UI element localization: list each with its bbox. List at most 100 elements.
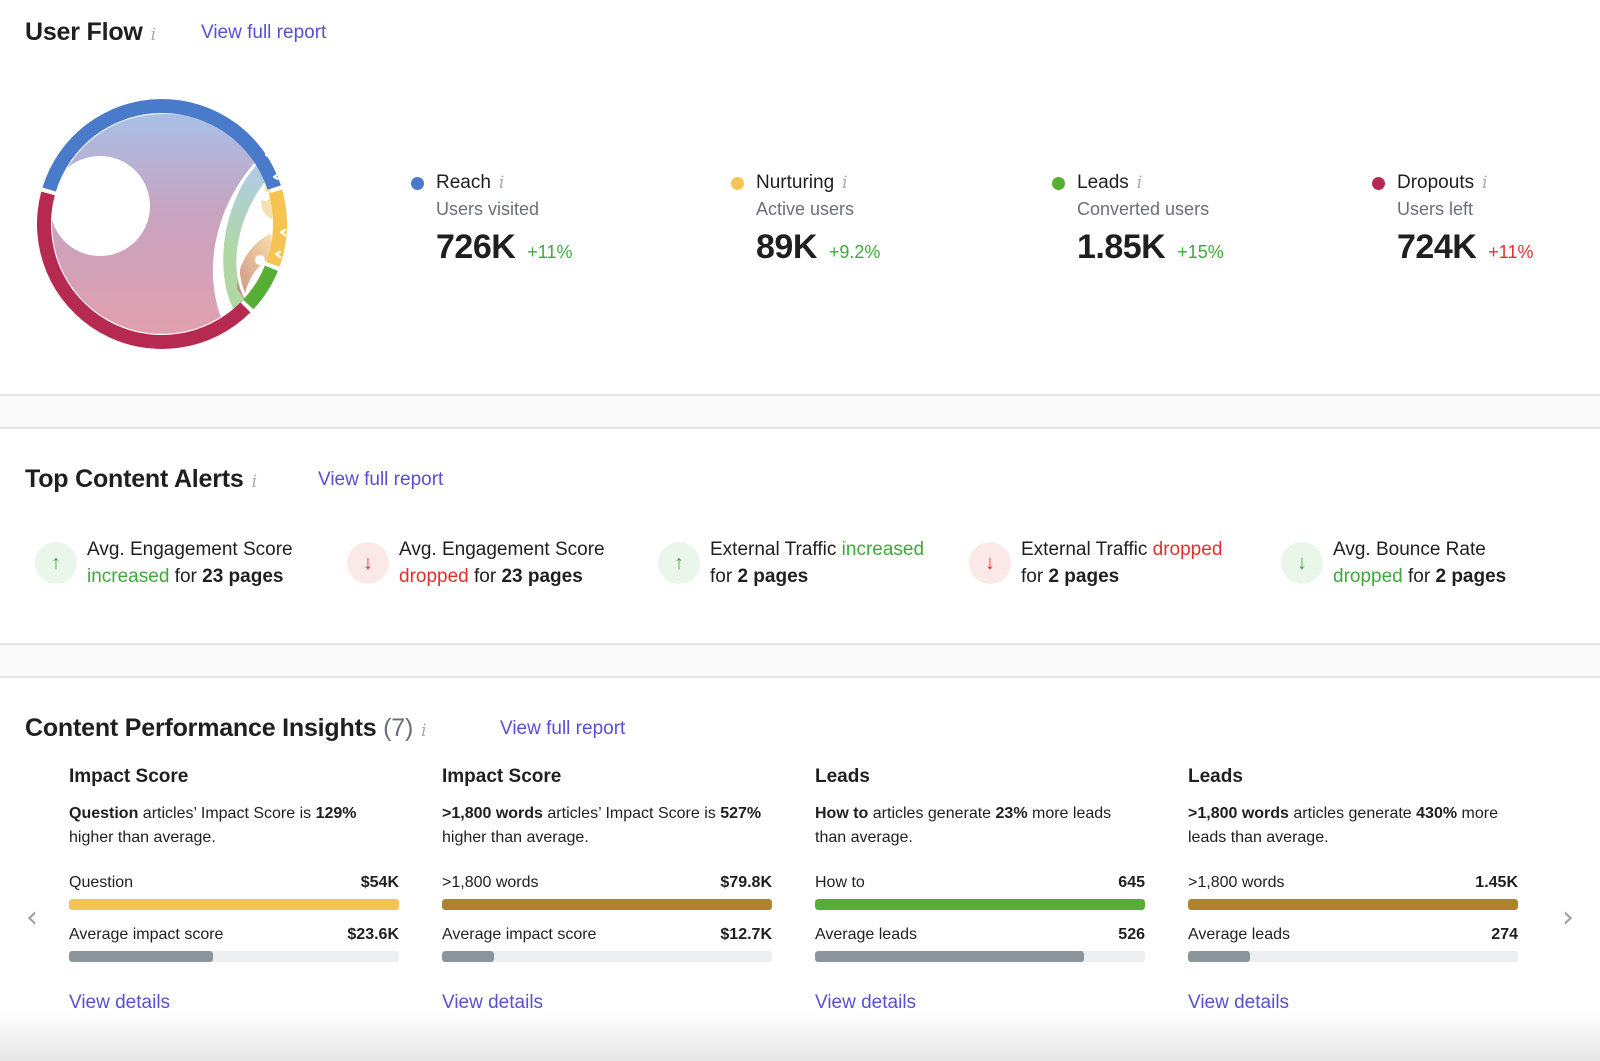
alert-count: 2 pages (1048, 566, 1120, 587)
row-value: 1.45K (1475, 874, 1518, 891)
card-title: Impact Score (69, 766, 189, 787)
alert-count: 2 pages (1435, 566, 1507, 587)
card-desc-subject: >1,800 words (442, 805, 543, 822)
metric-delta: +9.2% (828, 242, 881, 262)
alert-item[interactable]: ↓ Avg. Bounce Rate dropped for 2 pages (1281, 536, 1581, 590)
primary-bar-fill (815, 899, 1145, 910)
card-description: >1,800 words articles’ Impact Score is 5… (442, 802, 772, 858)
metric-sub: Active users (756, 199, 855, 219)
metric-value: 726K (436, 228, 516, 266)
primary-bar (815, 899, 1145, 910)
arrow-up-icon: ↑ (35, 542, 77, 584)
metric-delta: +11% (1488, 242, 1534, 262)
alert-text: for (1402, 566, 1436, 587)
card-row-average: Average leads 526 (815, 926, 1145, 944)
view-details-link[interactable]: View details (69, 992, 399, 1014)
alert-text: for (468, 566, 502, 587)
row-value: $23.6K (347, 926, 399, 943)
card-title: Leads (815, 766, 870, 787)
info-icon[interactable]: i (421, 721, 426, 741)
alert-item[interactable]: ↓ Avg. Engagement Score dropped for 23 pa… (347, 536, 647, 590)
nurturing-dot-icon (731, 176, 744, 190)
metric-reach: Reach i Users visited 726K +11% (411, 170, 696, 267)
insight-card: Leads >1,800 words articles generate 430%… (1188, 766, 1518, 1014)
average-bar-fill (442, 951, 495, 962)
info-icon[interactable]: i (1482, 173, 1487, 193)
row-label: Average leads (1188, 926, 1290, 943)
card-title: Impact Score (442, 766, 562, 787)
section-divider (0, 394, 1600, 429)
insights-title: Content Performance Insights (7) i (25, 714, 427, 743)
arrow-down-icon: ↓ (1281, 542, 1323, 584)
card-title: Leads (1188, 766, 1243, 787)
alerts-view-report-link[interactable]: View full report (318, 469, 443, 491)
metric-sub: Users visited (436, 199, 540, 219)
alert-text: Avg. Engagement Score (87, 539, 293, 560)
info-icon[interactable]: i (499, 173, 504, 193)
average-bar (69, 951, 399, 962)
info-icon[interactable]: i (1137, 173, 1142, 193)
arrow-down-icon: ↓ (347, 542, 389, 584)
card-row-average: Average impact score $23.6K (69, 926, 399, 944)
metric-leads: Leads i Converted users 1.85K +15% (1052, 170, 1337, 267)
card-desc-percent: 430% (1416, 805, 1458, 822)
alert-item[interactable]: ↑ Avg. Engagement Score increased for 23 … (35, 536, 335, 590)
leads-dot-icon (1052, 176, 1065, 190)
alert-status: dropped (1152, 539, 1223, 560)
alert-status: increased (87, 566, 170, 587)
alert-count: 23 pages (501, 566, 583, 587)
alerts-title-text: Top Content Alerts (25, 465, 244, 493)
view-details-link[interactable]: View details (1188, 992, 1518, 1014)
card-desc-subject: >1,800 words (1188, 805, 1289, 822)
view-details-link[interactable]: View details (442, 992, 772, 1014)
info-icon[interactable]: i (252, 472, 257, 492)
info-icon[interactable]: i (842, 173, 847, 193)
alert-text: for (710, 566, 738, 587)
card-description: >1,800 words articles generate 430% more… (1188, 802, 1518, 858)
metric-label: Dropouts (1397, 172, 1475, 193)
metric-delta: +15% (1177, 242, 1224, 262)
average-bar-fill (1188, 951, 1251, 962)
card-desc-subject: Question (69, 805, 139, 822)
user-flow-view-report-link[interactable]: View full report (201, 22, 326, 44)
card-row-primary: Question $54K (69, 874, 399, 892)
bottom-fade (0, 1011, 1600, 1061)
card-row-average: Average leads 274 (1188, 926, 1518, 944)
row-label: Average impact score (69, 926, 224, 943)
average-bar (442, 951, 772, 962)
alert-text: for (1021, 566, 1049, 587)
metric-value: 89K (756, 228, 817, 266)
insights-view-report-link[interactable]: View full report (500, 718, 625, 740)
metric-delta: +11% (527, 242, 573, 262)
carousel-prev-button[interactable]: ‹ (26, 900, 38, 935)
row-label: >1,800 words (442, 874, 539, 891)
card-desc-text: articles’ Impact Score is (542, 805, 721, 822)
user-flow-chord-chart (36, 91, 287, 350)
row-value: 526 (1118, 926, 1145, 943)
chevron-down-icon (128, 91, 138, 98)
flow-node (260, 191, 270, 201)
info-icon[interactable]: i (151, 25, 156, 45)
card-desc-text: articles generate (1288, 805, 1417, 822)
view-details-link[interactable]: View details (815, 992, 1145, 1014)
card-desc-percent: 129% (315, 805, 357, 822)
card-row-primary: >1,800 words 1.45K (1188, 874, 1518, 892)
primary-bar (69, 899, 399, 910)
card-row-average: Average impact score $12.7K (442, 926, 772, 944)
row-value: 645 (1118, 874, 1145, 891)
average-bar (1188, 951, 1518, 962)
flow-hole (50, 156, 150, 256)
row-label: Average impact score (442, 926, 597, 943)
insights-title-text: Content Performance Insights (25, 714, 377, 742)
alert-count: 2 pages (737, 566, 809, 587)
alert-item[interactable]: ↓ External Traffic dropped for 2 pages (969, 536, 1269, 590)
metric-nurturing: Nurturing i Active users 89K +9.2% (731, 170, 1016, 267)
row-value: $79.8K (720, 874, 772, 891)
alert-item[interactable]: ↑ External Traffic increased for 2 pages (658, 536, 958, 590)
alerts-title: Top Content Alerts i (25, 465, 257, 494)
metric-dropouts: Dropouts i Users left 724K +11% (1372, 170, 1600, 267)
primary-bar-fill (1188, 899, 1518, 910)
card-desc-text: higher than average. (69, 829, 216, 846)
card-desc-percent: 527% (720, 805, 762, 822)
carousel-next-button[interactable]: › (1562, 900, 1574, 935)
